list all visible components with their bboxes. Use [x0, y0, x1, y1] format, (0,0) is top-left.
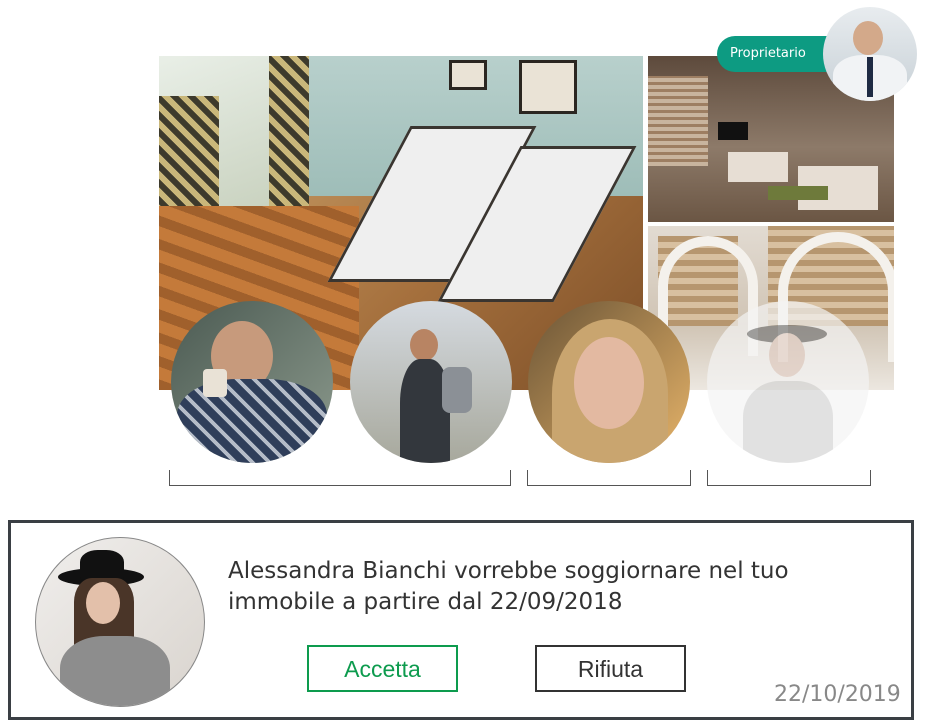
request-date: 22/10/2019: [774, 682, 901, 707]
group-bracket-2: [527, 470, 691, 486]
request-message: Alessandra Bianchi vorrebbe soggiornare …: [228, 558, 789, 615]
guest-avatar-1[interactable]: [171, 301, 333, 463]
guest-avatar-2[interactable]: [350, 301, 512, 463]
reject-button[interactable]: Rifiuta: [535, 645, 686, 692]
owner-avatar[interactable]: [823, 7, 917, 101]
requester-avatar[interactable]: [35, 537, 205, 707]
guest-avatar-3[interactable]: [528, 301, 690, 463]
group-bracket-3: [707, 470, 871, 486]
accept-button[interactable]: Accetta: [307, 645, 458, 692]
guest-avatar-4[interactable]: [707, 301, 869, 463]
group-bracket-1: [169, 470, 511, 486]
